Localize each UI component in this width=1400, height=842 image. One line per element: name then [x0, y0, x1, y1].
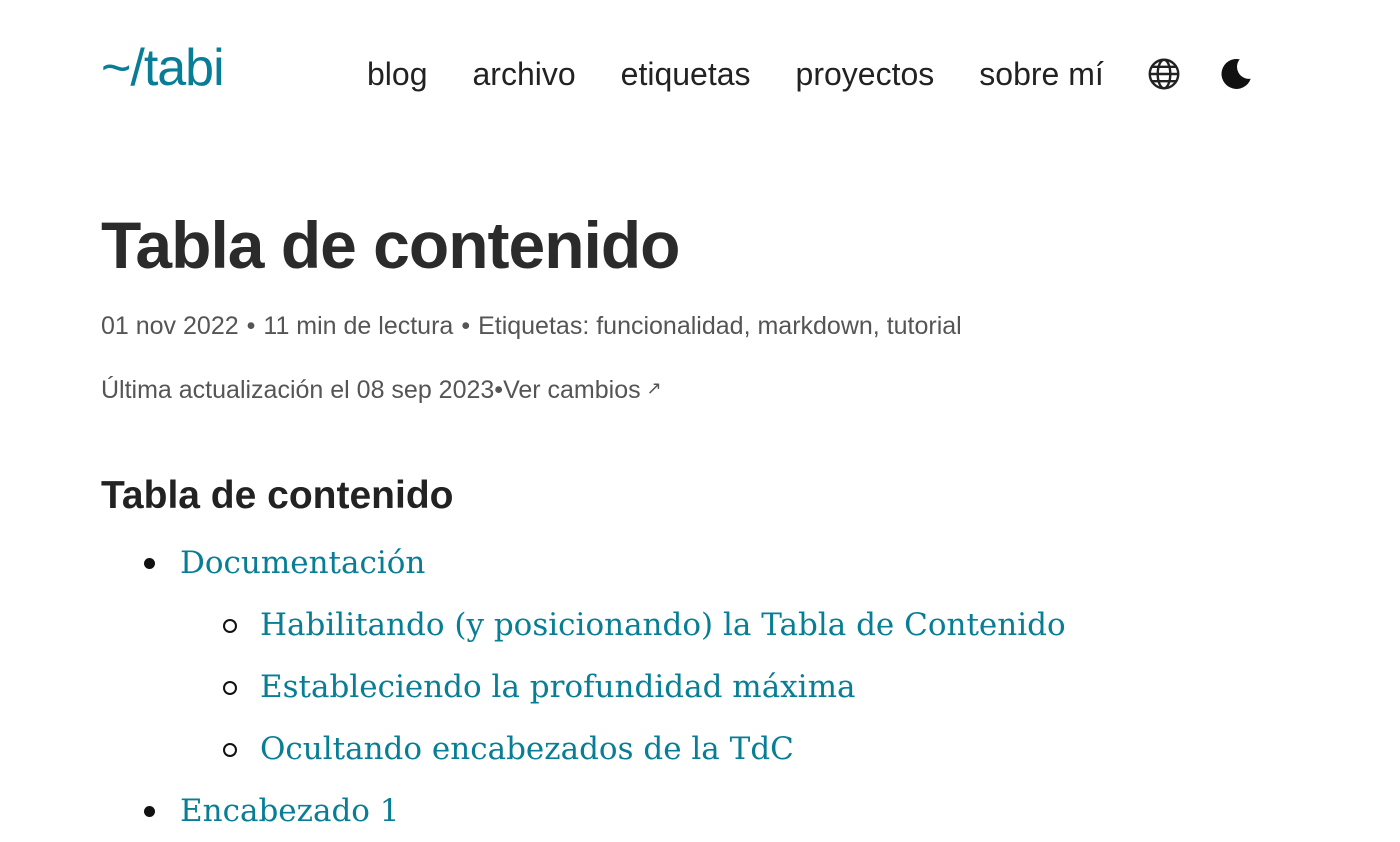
nav-link-archive[interactable]: archivo	[473, 52, 576, 96]
nav-link-blog[interactable]: blog	[367, 52, 428, 96]
site-header: ~/tabi blog archivo etiquetas proyectos …	[0, 0, 1400, 140]
meta-separator: •	[494, 376, 504, 404]
tag-link-tutorial[interactable]: tutorial	[887, 312, 962, 340]
globe-icon	[1148, 58, 1180, 90]
post-meta: 01 nov 2022 • 11 min de lectura • Etiquetas:…	[101, 312, 962, 340]
page-title: Tabla de contenido	[101, 208, 680, 282]
reading-time: 11 min de lectura	[263, 312, 454, 340]
toc-subitem: Estableciendo la profundidad máxima	[101, 656, 1301, 718]
circle-bullet-icon	[223, 743, 237, 757]
bullet-icon	[144, 806, 155, 817]
external-link-arrow-icon: ↗	[646, 378, 662, 398]
nav-link-about[interactable]: sobre mí	[979, 52, 1103, 96]
site-logo[interactable]: ~/tabi	[101, 38, 225, 98]
toc-heading: Tabla de contenido	[101, 474, 454, 517]
nav-link-projects[interactable]: proyectos	[796, 52, 935, 96]
toc-link-ocultando[interactable]: Ocultando encabezados de la TdC	[260, 731, 794, 767]
tag-link-funcionalidad[interactable]: funcionalidad	[596, 312, 743, 340]
toc-subitem: Ocultando encabezados de la TdC	[101, 718, 1301, 780]
post-updated-meta: Última actualización el 08 sep 2023•Ver …	[101, 372, 1301, 406]
language-switcher-button[interactable]	[1144, 54, 1184, 94]
post-date: 01 nov 2022	[101, 312, 239, 340]
tag-link-markdown[interactable]: markdown	[757, 312, 872, 340]
toc-subitem: Habilitando (y posicionando) la Tabla de…	[101, 594, 1301, 656]
circle-bullet-icon	[223, 619, 237, 633]
theme-toggle-button[interactable]	[1216, 54, 1256, 94]
toc-list: Documentación Habilitando (y posicionand…	[101, 532, 1301, 842]
last-updated: Última actualización el 08 sep 2023	[101, 376, 495, 404]
toc-link-documentacion[interactable]: Documentación	[180, 545, 425, 581]
tags-label: Etiquetas:	[478, 312, 590, 340]
toc-item: Documentación	[101, 532, 1301, 594]
toc-item: Encabezado 1	[101, 780, 1301, 842]
toc-sublist: Habilitando (y posicionando) la Tabla de…	[101, 594, 1301, 780]
bullet-icon	[144, 558, 155, 569]
toc-link-encabezado-1[interactable]: Encabezado 1	[180, 793, 400, 829]
nav-link-tags[interactable]: etiquetas	[621, 52, 751, 96]
toc-link-profundidad[interactable]: Estableciendo la profundidad máxima	[260, 669, 855, 705]
toc-sublist-container: Habilitando (y posicionando) la Tabla de…	[101, 594, 1301, 780]
main-nav: blog archivo etiquetas proyectos sobre m…	[367, 52, 1256, 96]
meta-separator: •	[461, 312, 471, 340]
post-content: Tabla de contenido 01 nov 2022 • 11 min de…	[101, 200, 1301, 842]
view-changes-label: Ver cambios	[503, 376, 641, 404]
circle-bullet-icon	[223, 681, 237, 695]
moon-icon	[1221, 58, 1251, 89]
toc-link-habilitando[interactable]: Habilitando (y posicionando) la Tabla de…	[260, 607, 1066, 643]
meta-separator: •	[246, 312, 256, 340]
view-changes-link[interactable]: Ver cambios ↗	[503, 376, 662, 404]
